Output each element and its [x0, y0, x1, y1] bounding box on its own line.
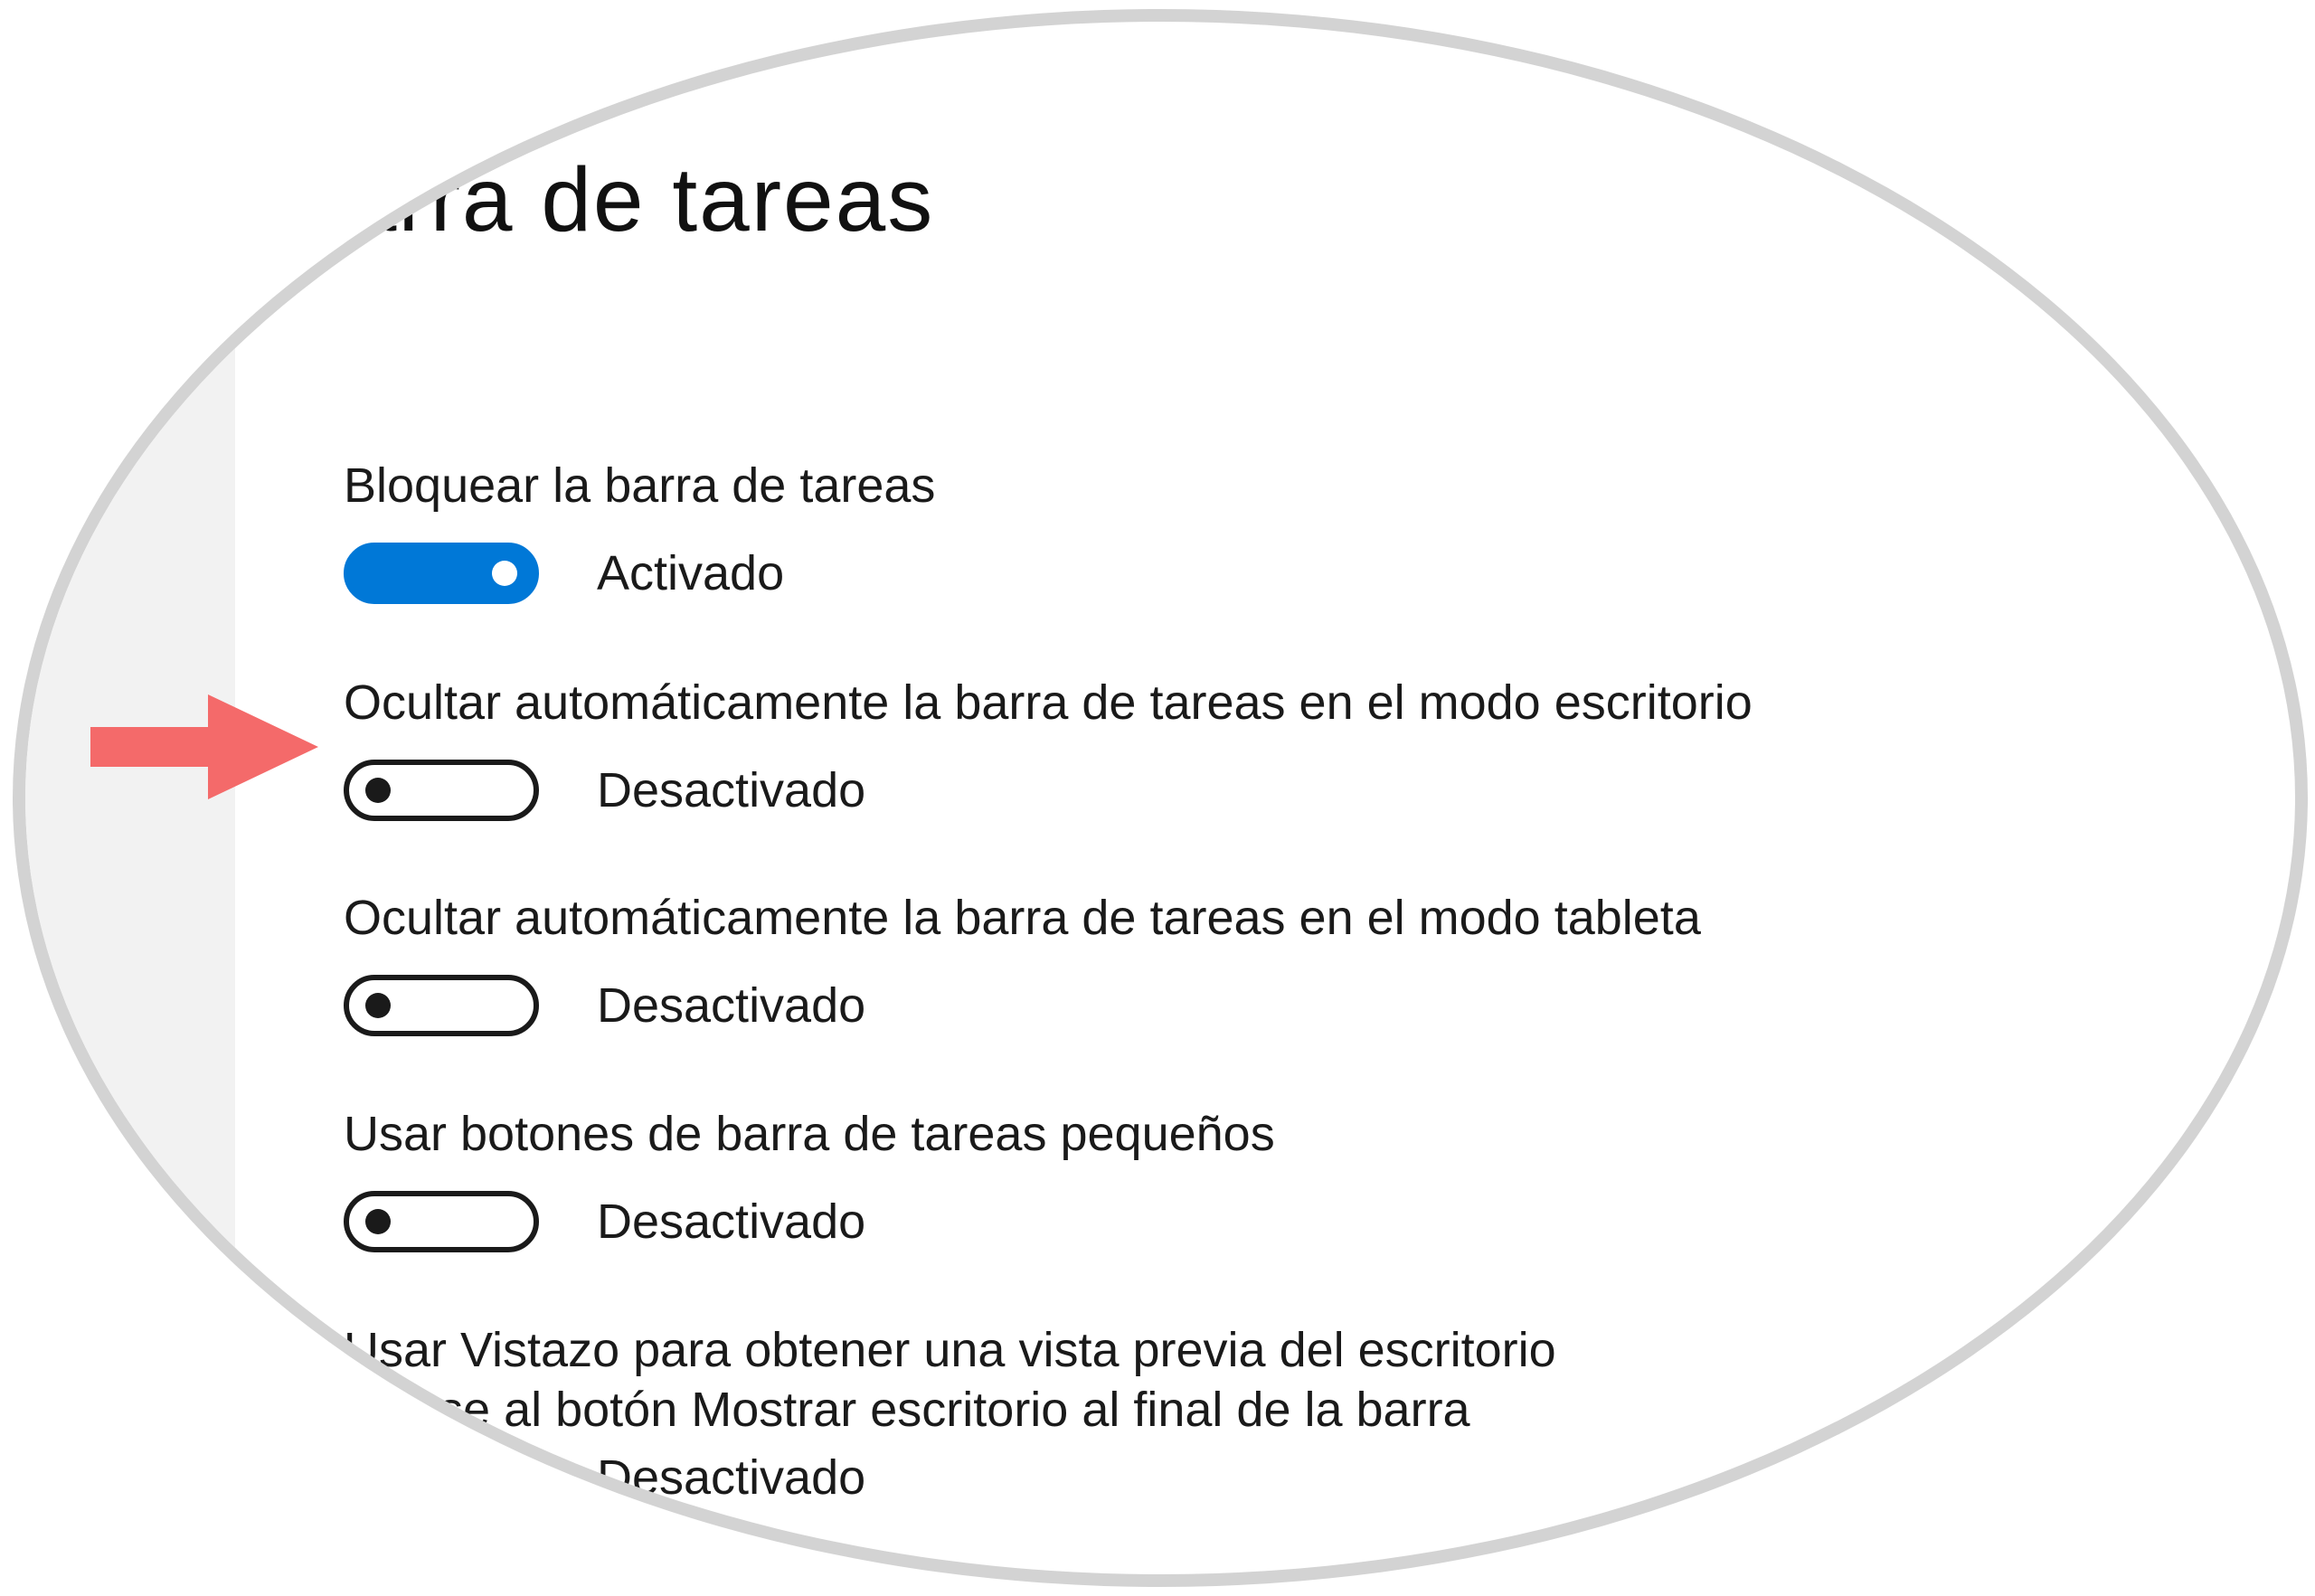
toggle-knob: [365, 1465, 391, 1490]
toggle-row: Desactivado: [344, 1447, 1556, 1508]
setting-peek: Usar Vistazo para obtener una vista prev…: [344, 1320, 1556, 1508]
autohide-desktop-toggle[interactable]: [344, 760, 539, 821]
setting-autohide-desktop: Ocultar automáticamente la barra de tare…: [344, 673, 1753, 821]
setting-label-line2: mouse al botón Mostrar escritorio al fin…: [344, 1383, 1470, 1437]
setting-label: Usar botones de barra de tareas pequeños: [344, 1107, 1275, 1161]
setting-label: Ocultar automáticamente la barra de tare…: [344, 675, 1753, 730]
toggle-row: Desactivado: [344, 975, 1701, 1036]
toggle-state-label: Desactivado: [597, 1195, 866, 1249]
toggle-state-label: Activado: [597, 546, 785, 600]
setting-label: Ocultar automáticamente la barra de tare…: [344, 891, 1701, 945]
screenshot-stage: Barra de tareas Bloquear la barra de tar…: [0, 0, 2315, 1596]
setting-label: Bloquear la barra de tareas: [344, 458, 936, 513]
lock-taskbar-toggle[interactable]: [344, 543, 539, 604]
toggle-knob: [365, 993, 391, 1018]
toggle-knob: [365, 1209, 391, 1234]
toggle-state-label: Desactivado: [597, 763, 866, 817]
toggle-state-label: Desactivado: [597, 978, 866, 1033]
page-title: Barra de tareas: [284, 149, 935, 250]
settings-page: Barra de tareas Bloquear la barra de tar…: [25, 22, 2295, 1574]
setting-lock-taskbar: Bloquear la barra de tareas Activado: [344, 456, 935, 604]
magnifier-lens: Barra de tareas Bloquear la barra de tar…: [13, 9, 2308, 1587]
setting-label-line1: Usar Vistazo para obtener una vista prev…: [344, 1323, 1556, 1377]
right-arrow-icon: [90, 694, 318, 799]
setting-autohide-tablet: Ocultar automáticamente la barra de tare…: [344, 888, 1701, 1036]
autohide-tablet-toggle[interactable]: [344, 975, 539, 1036]
peek-toggle[interactable]: [344, 1447, 539, 1508]
toggle-state-label: Desactivado: [597, 1450, 866, 1505]
toggle-row: Activado: [344, 543, 935, 604]
toggle-knob: [492, 561, 517, 586]
toggle-row: Desactivado: [344, 760, 1753, 821]
small-buttons-toggle[interactable]: [344, 1191, 539, 1252]
toggle-knob: [365, 778, 391, 803]
toggle-row: Desactivado: [344, 1191, 1275, 1252]
navigation-pane-edge: [25, 22, 235, 1574]
setting-small-buttons: Usar botones de barra de tareas pequeños…: [344, 1104, 1275, 1252]
